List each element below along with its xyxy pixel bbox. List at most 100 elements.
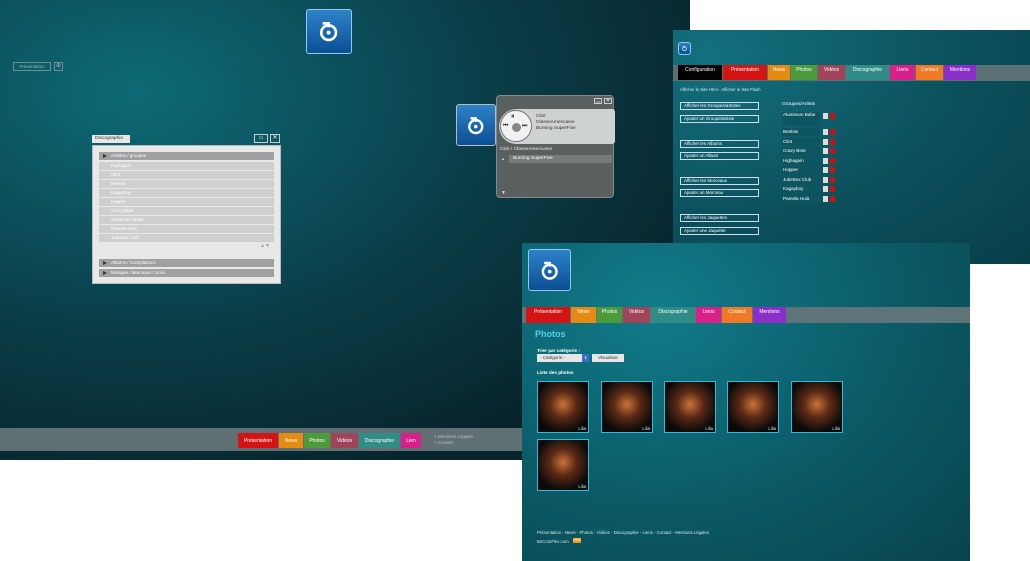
edit-icon[interactable]	[823, 196, 828, 202]
photo-thumbnail[interactable]: Lilia	[664, 381, 716, 433]
btn-add-cover[interactable]: Ajouter une Jaquette	[680, 227, 759, 235]
section-artists[interactable]: Artistes / groupes	[99, 152, 274, 160]
admin-logo[interactable]	[678, 42, 691, 55]
tab-discography[interactable]: Discographie	[846, 65, 889, 80]
tab-mentions[interactable]: Mentions	[753, 307, 786, 323]
pause-icon[interactable]: ⏸	[511, 113, 515, 121]
delete-icon[interactable]	[830, 158, 835, 164]
nav-videos[interactable]: Vidéos	[331, 433, 358, 448]
presentation-toggle-icon[interactable]: ⊕	[54, 62, 63, 71]
section-songs[interactable]: Musique / Morceaux / Sons	[99, 269, 274, 277]
delete-icon[interactable]	[830, 148, 835, 154]
contact-link[interactable]: > Contact	[434, 440, 473, 446]
photo-thumbnail[interactable]: Lilia	[727, 381, 779, 433]
artist-item[interactable]: JukeBox Club	[99, 234, 274, 242]
site-logo[interactable]	[306, 9, 352, 54]
photo-thumbnail[interactable]: Lilia	[601, 381, 653, 433]
edit-icon[interactable]	[823, 177, 828, 183]
artist-item[interactable]: Highagain	[99, 162, 274, 170]
edit-icon[interactable]	[823, 129, 828, 135]
btn-add-group[interactable]: Ajouter un Groupe/artiste	[680, 115, 759, 123]
admin-breadcrumb[interactable]: Afficher le Site Html - Afficher le Site…	[680, 87, 761, 92]
artist-item[interactable]: Crazy Bear	[99, 207, 274, 215]
select-arrow-icon[interactable]: ⇕	[582, 354, 589, 362]
photo-thumbnail[interactable]: Lilia	[791, 381, 843, 433]
delete-icon[interactable]	[830, 196, 835, 202]
player-close-icon[interactable]: ✕	[604, 98, 612, 104]
tab-videos[interactable]: Vidéos	[818, 65, 845, 80]
tab-configuration[interactable]: Configuration	[678, 65, 722, 80]
section-albums[interactable]: Albums / Compilations	[99, 259, 274, 267]
category-select[interactable]: - Catégorie - ⇕	[537, 354, 589, 362]
scroll-arrows-icon[interactable]: ▲▼	[99, 243, 274, 257]
artist-item[interactable]: Kagayboy	[99, 189, 274, 197]
playlist-up-icon[interactable]: ▲	[501, 156, 505, 161]
delete-icon[interactable]	[830, 129, 835, 135]
tab-news[interactable]: News	[768, 65, 790, 80]
artist-item[interactable]: Beelow	[99, 180, 274, 188]
nav-presentation[interactable]: Présentation	[238, 433, 278, 448]
tab-presentation[interactable]: Présentation	[723, 65, 767, 80]
player-minimize-icon[interactable]: ▭	[594, 98, 602, 104]
delete-icon[interactable]	[830, 177, 835, 183]
logo-symbol-icon	[320, 22, 338, 42]
nav-photos[interactable]: Photos	[304, 433, 330, 448]
photos-footer-site[interactable]: BeComFlex.com	[537, 539, 569, 544]
tab-contact[interactable]: Contact	[916, 65, 943, 80]
delete-icon[interactable]	[830, 139, 835, 145]
photo-thumbnail[interactable]: Lilia	[537, 381, 589, 433]
groups-title: Groupes/Artists	[782, 102, 816, 107]
close-icon[interactable]: ✕	[270, 134, 280, 143]
edit-icon[interactable]	[823, 167, 828, 173]
btn-add-track[interactable]: Ajouter un Morceau	[680, 189, 759, 197]
btn-show-groups[interactable]: Afficher les Groupes/artistes	[680, 102, 759, 110]
tab-videos[interactable]: Vidéos	[623, 307, 650, 323]
btn-show-albums[interactable]: Afficher les Albums	[680, 140, 759, 148]
playlist-path: Clint / ClasseAmericaine	[500, 147, 553, 152]
tab-discography[interactable]: Discographie	[651, 307, 695, 323]
artist-item[interactable]: Hopper	[99, 198, 274, 206]
minimize-icon[interactable]: ▭	[254, 134, 268, 143]
edit-icon[interactable]	[823, 113, 828, 119]
delete-icon[interactable]	[830, 167, 835, 173]
delete-icon[interactable]	[830, 113, 835, 119]
tab-presentation[interactable]: Présentation	[526, 307, 570, 323]
edit-icon[interactable]	[823, 158, 828, 164]
presentation-label[interactable]: Présentation	[13, 62, 51, 71]
playlist-item[interactable]: Burning SuperFive	[509, 155, 612, 163]
group-row: Kagayboy	[782, 185, 835, 193]
nav-news[interactable]: News	[279, 433, 303, 448]
playlist-down-icon[interactable]: ▼	[501, 190, 506, 196]
tab-liens[interactable]: Liens	[696, 307, 721, 323]
previous-icon[interactable]: ⏮	[503, 123, 508, 130]
tab-news[interactable]: News	[571, 307, 596, 323]
player-jog-wheel[interactable]: ⏸ ⏮ ⏭	[500, 110, 532, 142]
edit-icon[interactable]	[823, 148, 828, 154]
nav-discography[interactable]: Discographie	[359, 433, 400, 448]
player-logo[interactable]	[456, 104, 496, 146]
photo-thumbnail[interactable]: Lilia	[537, 439, 589, 491]
next-icon[interactable]: ⏭	[522, 123, 527, 130]
tab-photos[interactable]: Photos	[597, 307, 622, 323]
logo-symbol-icon	[682, 46, 687, 52]
tab-mentions[interactable]: Mentions	[944, 65, 976, 80]
btn-show-covers[interactable]: Afficher les Jaquettes	[680, 214, 759, 222]
artist-item[interactable]: Pamela Hula	[99, 225, 274, 233]
artist-item[interactable]: Clint	[99, 171, 274, 179]
artist-item[interactable]: Aluminium Babe	[99, 216, 274, 224]
rss-badge-icon[interactable]: RSS	[573, 538, 581, 543]
edit-icon[interactable]	[823, 139, 828, 145]
discography-panel: Artistes / groupes Highagain Clint Beelo…	[92, 145, 281, 284]
tab-liens[interactable]: Liens	[890, 65, 915, 80]
visualize-button[interactable]: Visualiser	[592, 354, 624, 362]
tab-contact[interactable]: Contact	[722, 307, 752, 323]
photos-site-logo[interactable]	[528, 249, 571, 291]
tab-photos[interactable]: Photos	[791, 65, 817, 80]
play-center-icon[interactable]	[512, 123, 521, 132]
photos-footer-links[interactable]: Présentation - News - Photos - Vidéos - …	[537, 530, 709, 535]
btn-show-tracks[interactable]: Afficher les Morceaux	[680, 177, 759, 185]
edit-icon[interactable]	[823, 186, 828, 192]
nav-lien[interactable]: Lien	[401, 433, 421, 448]
delete-icon[interactable]	[830, 186, 835, 192]
btn-add-album[interactable]: Ajouter un Album	[680, 152, 759, 160]
